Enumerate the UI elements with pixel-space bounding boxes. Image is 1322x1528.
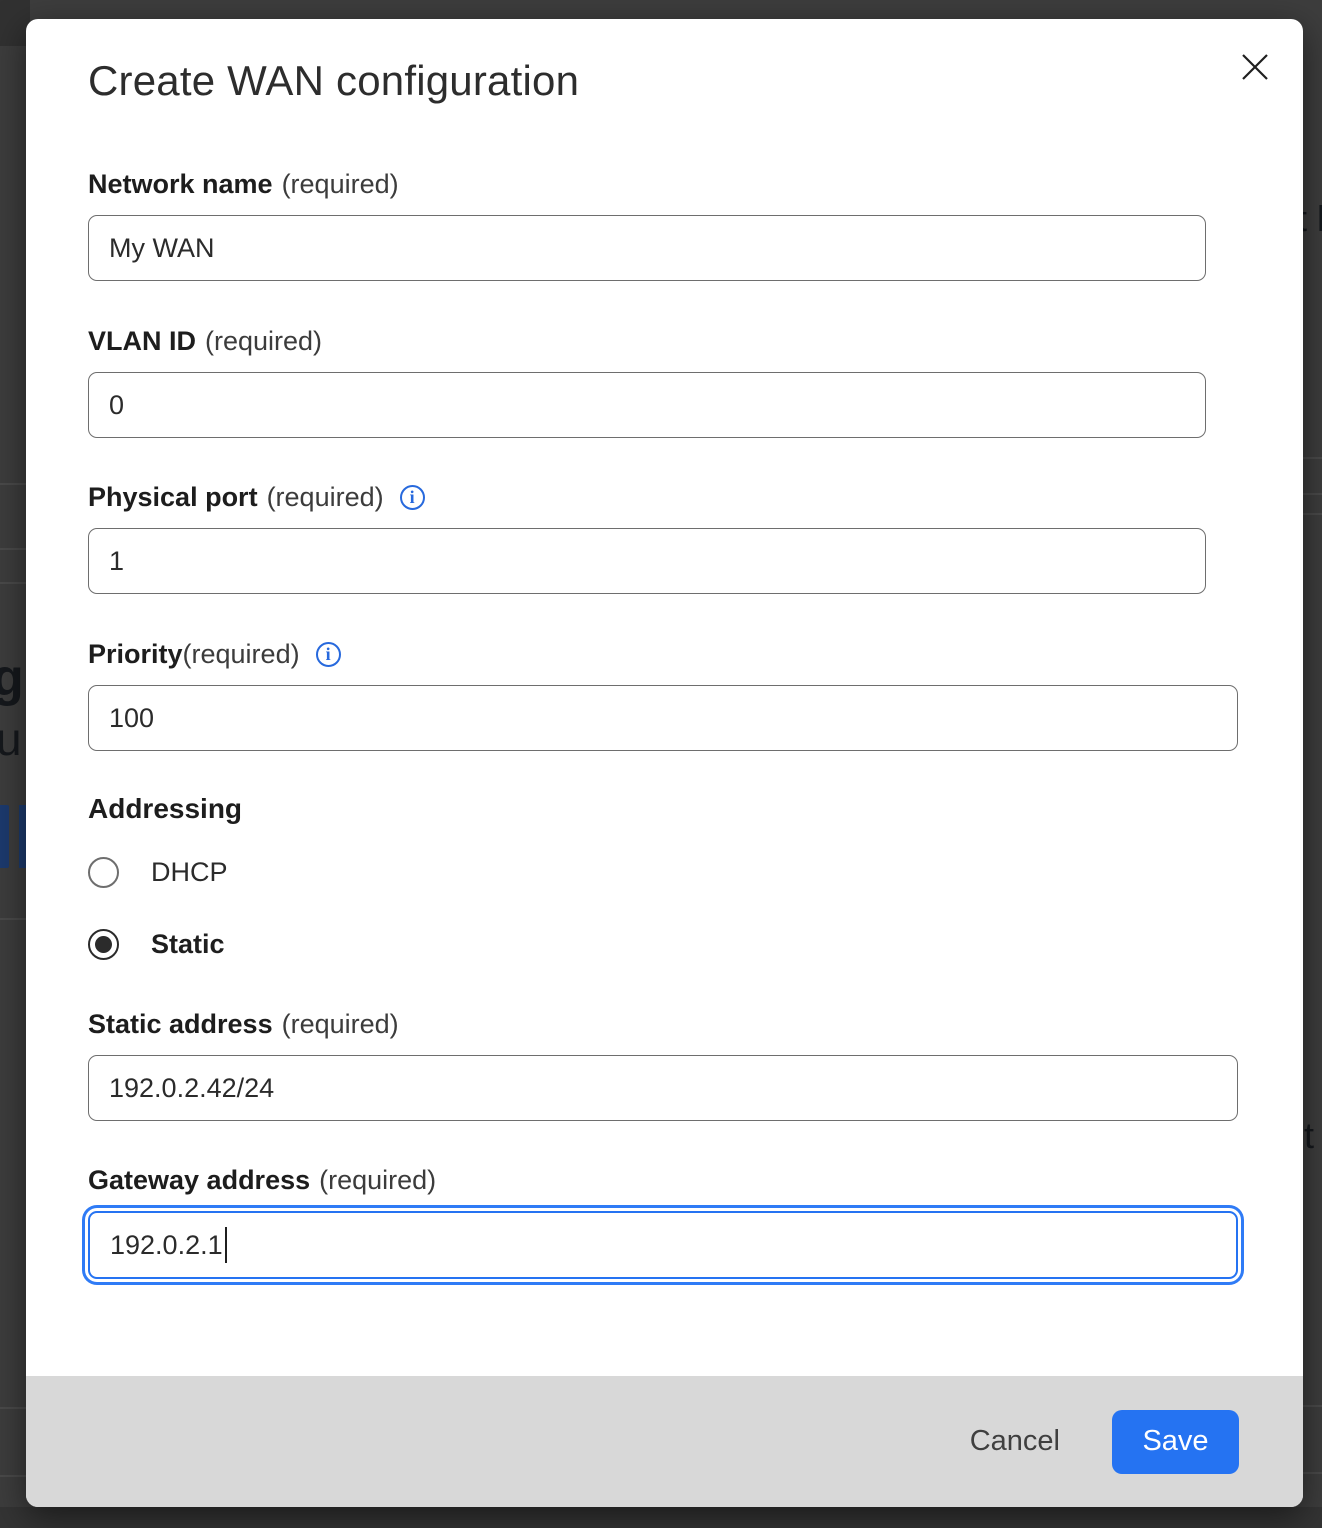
text-cursor (225, 1227, 227, 1263)
backdrop-divider (0, 1407, 26, 1409)
backdrop-divider (1303, 493, 1322, 495)
dialog-footer: Cancel Save (26, 1376, 1303, 1507)
backdrop-divider (1303, 1405, 1322, 1407)
radio-option-dhcp[interactable]: DHCP (88, 855, 228, 889)
vlan-id-label: VLAN ID (required) (88, 324, 322, 358)
backdrop-bottom-strip (0, 1507, 1322, 1528)
gateway-address-label: Gateway address (required) (88, 1163, 436, 1197)
backdrop-divider (0, 1475, 26, 1477)
info-icon[interactable]: i (400, 485, 425, 510)
addressing-heading: Addressing (88, 793, 242, 825)
backdrop-divider (0, 582, 26, 584)
dialog-title: Create WAN configuration (88, 57, 579, 105)
close-icon (1240, 52, 1270, 82)
close-button[interactable] (1235, 47, 1275, 87)
gateway-address-input[interactable]: 192.0.2.1 (88, 1211, 1238, 1279)
backdrop-divider (0, 483, 26, 485)
cancel-button[interactable]: Cancel (964, 1415, 1066, 1468)
save-button[interactable]: Save (1112, 1410, 1239, 1474)
backdrop-divider (1303, 457, 1322, 459)
priority-label: Priority (required) i (88, 637, 341, 671)
backdrop-divider (1303, 1472, 1322, 1474)
radio-option-static[interactable]: Static (88, 927, 225, 961)
backdrop-divider (0, 918, 26, 920)
radio-option-label: DHCP (151, 857, 228, 888)
static-address-label: Static address (required) (88, 1007, 399, 1041)
vlan-id-input[interactable] (88, 372, 1206, 438)
create-wan-dialog: Create WAN configuration Network name (r… (26, 19, 1303, 1507)
screen: g u t l t Create WAN configuration Netwo… (0, 0, 1322, 1528)
radio-option-label: Static (151, 929, 225, 960)
backdrop-text-fragment: g (0, 648, 24, 708)
priority-input[interactable] (88, 685, 1238, 751)
backdrop-button-fragment (0, 805, 9, 868)
radio-unselected-icon (88, 857, 119, 888)
backdrop-divider (0, 548, 26, 550)
physical-port-label: Physical port (required) i (88, 480, 425, 514)
backdrop-divider (1303, 513, 1322, 515)
backdrop-text-fragment: u (0, 712, 22, 766)
gateway-address-value: 192.0.2.1 (110, 1230, 223, 1261)
backdrop-text-fragment: t (1304, 1115, 1314, 1157)
physical-port-input[interactable] (88, 528, 1206, 594)
radio-selected-icon (88, 929, 119, 960)
info-icon[interactable]: i (316, 642, 341, 667)
static-address-input[interactable] (88, 1055, 1238, 1121)
network-name-label: Network name (required) (88, 167, 399, 201)
network-name-input[interactable] (88, 215, 1206, 281)
